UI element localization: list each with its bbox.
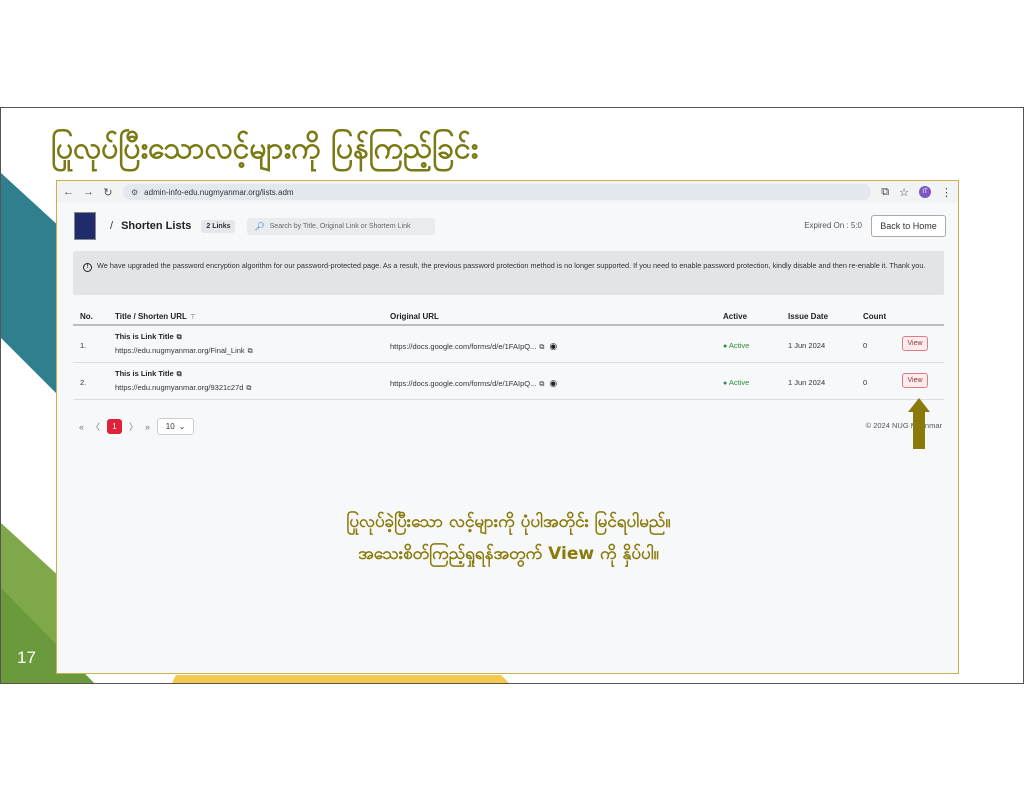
app-header: / Shorten Lists 2 Links 🔎︎ Search by Tit… [57, 203, 958, 249]
col-issue-date: Issue Date [788, 312, 829, 321]
copy-icon[interactable]: ⧉ [177, 371, 182, 378]
copy-icon[interactable]: ⧉ [177, 334, 182, 341]
copy-icon[interactable]: ⧉ [248, 348, 253, 355]
per-page-select[interactable]: 10 ⌄ [157, 418, 195, 435]
reload-icon[interactable]: ↻ [103, 186, 113, 199]
copy-icon[interactable]: ⧉ [246, 385, 251, 392]
chevron-down-icon: ⌄ [178, 422, 186, 431]
status-dot-icon: ● [723, 343, 728, 350]
pointer-arrow-icon [908, 398, 930, 412]
status-cell: ● Active [723, 341, 749, 350]
page-title: Shorten Lists [121, 220, 192, 232]
issue-date: 1 Jun 2024 [788, 341, 826, 350]
search-icon: 🔎︎ [254, 221, 265, 231]
view-button[interactable]: View [902, 373, 928, 388]
status-text: Active [728, 378, 750, 387]
col-count: Count [863, 312, 887, 321]
next-page-button[interactable]: 〉 [129, 420, 138, 433]
col-no: No. [80, 312, 93, 321]
status-cell: ● Active [723, 378, 749, 387]
pointer-arrow-shaft [913, 411, 925, 449]
address-bar[interactable]: ⚙ admin-info-edu.nugmyanmar.org/lists.ad… [123, 184, 872, 200]
filter-icon[interactable]: ⊤ [190, 314, 196, 321]
short-url[interactable]: https://edu.nugmyanmar.org/9321c27d [115, 383, 243, 392]
col-original: Original URL [390, 312, 439, 321]
first-page-button[interactable]: « [79, 422, 84, 432]
slide-title: ပြုလုပ်ပြီးသောလင့်များကို ပြန်ကြည့်ခြင်း [51, 131, 479, 166]
prev-page-button[interactable]: 〈 [91, 420, 100, 433]
pagination: « 〈 1 〉 » 10 ⌄ [79, 418, 195, 435]
original-url-cell: https://docs.google.com/forms/d/e/1FAIpQ… [390, 341, 557, 352]
forward-arrow-icon[interactable]: → [83, 186, 94, 198]
search-input[interactable]: 🔎︎ Search by Title, Original Link or Sho… [247, 217, 436, 235]
teal-shape [1, 173, 61, 398]
click-count: 0 [863, 378, 868, 387]
row-title-cell: This is Link Title ⧉ https://edu.nugmyanm… [115, 369, 251, 393]
row-number: 1. [80, 341, 87, 350]
back-to-home-button[interactable]: Back to Home [871, 215, 946, 237]
last-page-button[interactable]: » [145, 422, 150, 432]
per-page-value: 10 [165, 422, 175, 431]
yellow-shape [172, 675, 509, 683]
copyright: © 2024 NUG Myanmar [865, 421, 942, 430]
info-icon: ! [83, 263, 92, 272]
view-button[interactable]: View [902, 336, 928, 351]
eye-icon[interactable]: ◉ [549, 378, 557, 388]
table-row: 2. This is Link Title ⧉ https://edu.nugmy… [73, 363, 944, 400]
current-page-button[interactable]: 1 [107, 419, 123, 434]
search-placeholder: Search by Title, Original Link or Shorte… [269, 222, 411, 230]
status-text: Active [728, 341, 750, 350]
info-alert: ! We have upgraded the password encrypti… [73, 251, 944, 295]
link-title: This is Link Title [115, 332, 174, 341]
breadcrumb-separator: / [110, 220, 114, 232]
links-table: No. Title / Shorten URL ⊤ Original URL Ac… [73, 306, 944, 400]
table-row: 1. This is Link Title ⧉ https://edu.nugmy… [73, 326, 944, 363]
menu-kebab-icon[interactable]: ⋮ [941, 186, 952, 199]
caption-line-1: ပြုလုပ်ခဲ့ပြီးသော လင့်များကို ပုံပါအတိုင… [346, 512, 671, 532]
links-count-badge: 2 Links [201, 219, 236, 233]
profile-avatar[interactable]: IT [919, 186, 931, 198]
short-url[interactable]: https://edu.nugmyanmar.org/Final_Link [115, 346, 245, 355]
row-title-cell: This is Link Title ⧉ https://edu.nugmyanm… [115, 332, 253, 356]
address-url: admin-info-edu.nugmyanmar.org/lists.adm [144, 187, 294, 197]
bookmark-star-icon[interactable]: ☆ [899, 186, 909, 199]
copy-icon[interactable]: ⧉ [539, 381, 544, 388]
page-number: 17 [17, 648, 36, 667]
caption-line-2: အသေးစိတ်ကြည့်ရှုရန်အတွက် View ကို နှိပ်ပ… [358, 544, 659, 564]
original-url-cell: https://docs.google.com/forms/d/e/1FAIpQ… [390, 378, 557, 389]
app-logo[interactable] [74, 212, 96, 240]
embedded-screenshot: ← → ↻ ⚙ admin-info-edu.nugmyanmar.org/li… [56, 180, 959, 674]
row-number: 2. [80, 378, 87, 387]
site-settings-icon[interactable]: ⚙ [131, 188, 138, 197]
issue-date: 1 Jun 2024 [788, 378, 826, 387]
status-dot-icon: ● [723, 380, 728, 387]
browser-toolbar: ← → ↻ ⚙ admin-info-edu.nugmyanmar.org/li… [57, 181, 958, 203]
col-title[interactable]: Title / Shorten URL ⊤ [115, 312, 196, 321]
col-active: Active [723, 312, 748, 321]
table-header: No. Title / Shorten URL ⊤ Original URL Ac… [73, 306, 944, 326]
slide: ပြုလုပ်ပြီးသောလင့်များကို ပြန်ကြည့်ခြင်း… [0, 107, 1024, 684]
col-title-label: Title / Shorten URL [115, 312, 187, 321]
eye-icon[interactable]: ◉ [549, 341, 557, 351]
install-app-icon[interactable]: ⧉ [881, 186, 889, 199]
click-count: 0 [863, 341, 868, 350]
expired-label: Expired On : 5:0 [804, 221, 862, 230]
original-url[interactable]: https://docs.google.com/forms/d/e/1FAIpQ… [390, 342, 536, 351]
alert-text: We have upgraded the password encryption… [97, 261, 926, 270]
link-title: This is Link Title [115, 369, 174, 378]
back-arrow-icon[interactable]: ← [63, 186, 74, 198]
copy-icon[interactable]: ⧉ [539, 344, 544, 351]
original-url[interactable]: https://docs.google.com/forms/d/e/1FAIpQ… [390, 379, 536, 388]
